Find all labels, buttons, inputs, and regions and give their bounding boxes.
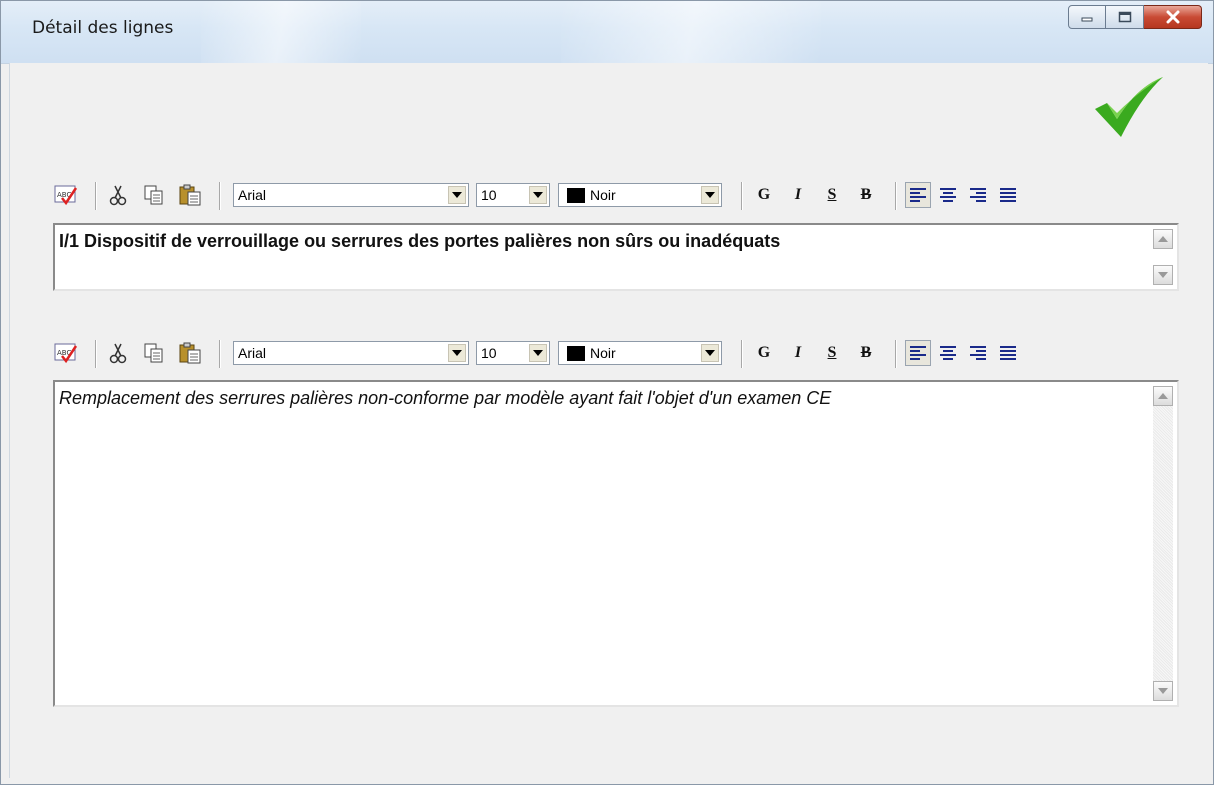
arrow-down-icon xyxy=(1158,688,1168,694)
justify-button[interactable] xyxy=(995,340,1021,366)
dialog-window: Détail des lignes ABC Arial 10 Noir G I … xyxy=(0,0,1214,785)
window-title: Détail des lignes xyxy=(32,18,174,38)
toolbar-separator xyxy=(95,340,97,368)
chevron-down-icon[interactable] xyxy=(701,186,719,204)
font-size-select[interactable]: 10 xyxy=(476,183,550,207)
toolbar-separator xyxy=(741,182,743,210)
bold-button[interactable]: G xyxy=(751,182,777,208)
font-color-select[interactable]: Noir xyxy=(558,183,722,207)
underline-button[interactable]: S xyxy=(819,182,845,208)
scroll-up-button[interactable] xyxy=(1153,229,1173,249)
format-toolbar-title: ABC Arial 10 Noir G I S B xyxy=(53,178,1053,212)
font-size-value: 10 xyxy=(481,187,497,203)
paste-icon xyxy=(179,184,201,206)
scissors-icon xyxy=(109,343,127,364)
maximize-button[interactable] xyxy=(1106,5,1144,29)
cut-button[interactable] xyxy=(105,182,131,208)
description-editor-scrollbar[interactable] xyxy=(1153,386,1173,701)
minimize-icon xyxy=(1081,17,1093,22)
font-size-value: 10 xyxy=(481,345,497,361)
toolbar-separator xyxy=(895,340,897,368)
font-color-select[interactable]: Noir xyxy=(558,341,722,365)
toolbar-separator xyxy=(219,182,221,210)
align-justify-icon xyxy=(1000,346,1016,360)
validate-checkmark-icon[interactable] xyxy=(1093,73,1165,139)
title-bar[interactable]: Détail des lignes xyxy=(1,1,1213,64)
align-left-button[interactable] xyxy=(905,340,931,366)
title-editor[interactable]: I/1 Dispositif de verrouillage ou serrur… xyxy=(53,223,1179,291)
copy-icon xyxy=(144,185,163,205)
align-justify-icon xyxy=(1000,188,1016,202)
close-icon xyxy=(1166,10,1179,24)
toolbar-separator xyxy=(741,340,743,368)
font-family-select[interactable]: Arial xyxy=(233,183,469,207)
chevron-down-icon[interactable] xyxy=(529,186,547,204)
maximize-icon xyxy=(1118,11,1131,23)
format-toolbar-description: ABC Arial 10 Noir G I S B xyxy=(53,336,1053,370)
align-left-button[interactable] xyxy=(905,182,931,208)
font-size-select[interactable]: 10 xyxy=(476,341,550,365)
spellcheck-button[interactable]: ABC xyxy=(53,182,79,208)
align-center-button[interactable] xyxy=(935,340,961,366)
font-family-value: Arial xyxy=(238,345,267,361)
align-center-button[interactable] xyxy=(935,182,961,208)
arrow-down-icon xyxy=(1158,272,1168,278)
font-family-select[interactable]: Arial xyxy=(233,341,469,365)
description-editor[interactable]: Remplacement des serrures palières non-c… xyxy=(53,380,1179,707)
copy-icon xyxy=(144,343,163,363)
chevron-down-icon[interactable] xyxy=(529,344,547,362)
title-bar-glare xyxy=(201,1,361,63)
font-color-value: Noir xyxy=(590,187,616,203)
close-button[interactable] xyxy=(1144,5,1202,29)
paste-button[interactable] xyxy=(177,340,203,366)
spellcheck-icon: ABC xyxy=(54,185,78,206)
chevron-down-icon[interactable] xyxy=(448,344,466,362)
align-center-icon xyxy=(940,188,956,202)
align-left-icon xyxy=(910,188,926,202)
underline-button[interactable]: S xyxy=(819,340,845,366)
color-swatch xyxy=(567,346,585,361)
toolbar-separator xyxy=(219,340,221,368)
justify-button[interactable] xyxy=(995,182,1021,208)
align-center-icon xyxy=(940,346,956,360)
title-editor-scrollbar[interactable] xyxy=(1153,229,1173,285)
paste-button[interactable] xyxy=(177,182,203,208)
align-right-icon xyxy=(970,188,986,202)
copy-button[interactable] xyxy=(141,182,167,208)
align-right-button[interactable] xyxy=(965,340,991,366)
spellcheck-button[interactable]: ABC xyxy=(53,340,79,366)
copy-button[interactable] xyxy=(141,340,167,366)
cut-button[interactable] xyxy=(105,340,131,366)
font-color-value: Noir xyxy=(590,345,616,361)
font-family-value: Arial xyxy=(238,187,267,203)
title-bar-glare xyxy=(561,1,821,63)
arrow-up-icon xyxy=(1158,236,1168,242)
arrow-up-icon xyxy=(1158,393,1168,399)
paste-icon xyxy=(179,342,201,364)
scroll-down-button[interactable] xyxy=(1153,265,1173,285)
align-right-icon xyxy=(970,346,986,360)
scrollbar-track[interactable] xyxy=(1153,406,1173,681)
align-left-icon xyxy=(910,346,926,360)
minimize-button[interactable] xyxy=(1068,5,1106,29)
scissors-icon xyxy=(109,185,127,206)
chevron-down-icon[interactable] xyxy=(701,344,719,362)
chevron-down-icon[interactable] xyxy=(448,186,466,204)
italic-button[interactable]: I xyxy=(785,340,811,366)
bold-button[interactable]: G xyxy=(751,340,777,366)
window-controls xyxy=(1068,5,1202,31)
align-right-button[interactable] xyxy=(965,182,991,208)
spellcheck-icon: ABC xyxy=(54,343,78,364)
title-editor-text: I/1 Dispositif de verrouillage ou serrur… xyxy=(59,231,781,251)
color-swatch xyxy=(567,188,585,203)
toolbar-separator xyxy=(895,182,897,210)
scroll-up-button[interactable] xyxy=(1153,386,1173,406)
toolbar-separator xyxy=(95,182,97,210)
description-editor-text: Remplacement des serrures palières non-c… xyxy=(59,388,832,408)
italic-button[interactable]: I xyxy=(785,182,811,208)
strikethrough-button[interactable]: B xyxy=(853,340,879,366)
scroll-down-button[interactable] xyxy=(1153,681,1173,701)
strikethrough-button[interactable]: B xyxy=(853,182,879,208)
